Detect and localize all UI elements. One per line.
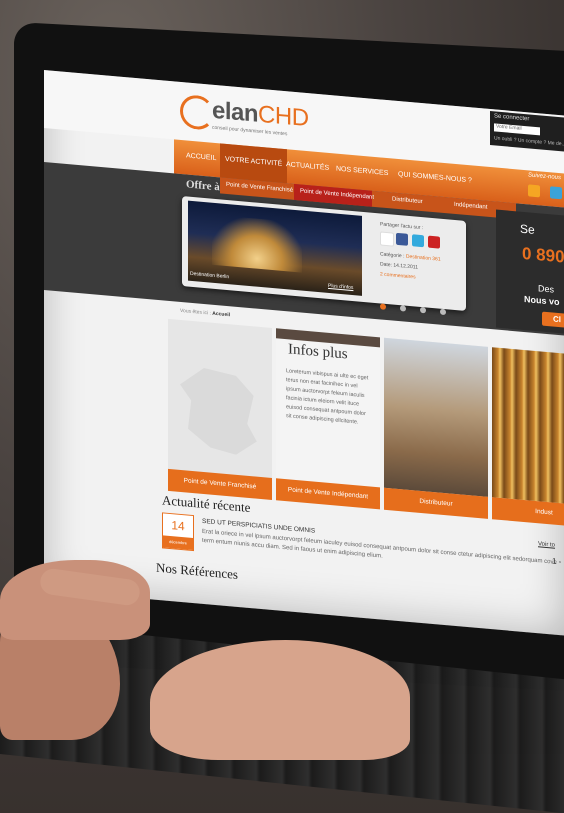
warehouse-image xyxy=(384,337,488,497)
subnav-item-distributeur[interactable]: Distributeur xyxy=(392,196,423,205)
france-map-image xyxy=(180,366,260,457)
subnav-item-independant-2[interactable]: Indépendant xyxy=(454,202,487,211)
slider-dot[interactable] xyxy=(420,306,426,314)
tile-franchise[interactable]: Point de Vente Franchisé xyxy=(168,318,272,500)
tile-independant[interactable]: Infos plus Loreterum vibispus ai ulte ec… xyxy=(276,328,380,510)
tile-title: Infos plus xyxy=(288,341,348,363)
twitter-icon[interactable] xyxy=(550,186,562,200)
facebook-icon[interactable] xyxy=(396,232,408,246)
pagination[interactable]: 1 - xyxy=(552,556,561,566)
promo-button[interactable]: Cl xyxy=(542,311,564,329)
phone-promo: Se 0 890 Des Nous vo Cl xyxy=(496,209,564,335)
promo-line-2: Nous vo xyxy=(524,293,560,308)
tile-industriel[interactable]: Indust xyxy=(492,347,564,529)
subnav-item-franchise[interactable]: Point de Vente Franchisé xyxy=(226,182,293,194)
promo-line-1: Des xyxy=(538,283,555,295)
laptop-screen: elanCHD conseil pour dynamiser les vente… xyxy=(44,70,564,636)
right-hand xyxy=(150,640,410,760)
login-box: Se connecter Votre Email Un oubli ? Un c… xyxy=(490,111,564,153)
rss-icon[interactable] xyxy=(528,184,540,198)
breadcrumb: Vous êtes ici : Accueil xyxy=(180,307,231,319)
slider-dot[interactable] xyxy=(440,308,446,316)
news-day: 14 xyxy=(171,518,185,534)
tile-distributeur[interactable]: Distributeur xyxy=(384,337,488,519)
news-body: Erat la oriece in vel ipsum auctorvorpt … xyxy=(202,528,557,566)
login-title: Se connecter xyxy=(494,113,530,123)
flickr-icon[interactable] xyxy=(380,231,394,247)
news-month: décembre xyxy=(163,535,193,551)
slider-dot[interactable] xyxy=(380,303,386,310)
tile-label[interactable]: Point de Vente Indépendant xyxy=(276,478,380,510)
login-links[interactable]: Un oubli ? Un compte ? Me de... xyxy=(494,135,564,147)
nav-item-accueil[interactable]: ACCUEIL xyxy=(186,152,216,162)
slider-dot[interactable] xyxy=(400,305,406,312)
bottles-image xyxy=(492,347,564,507)
cathedral-image xyxy=(212,214,302,273)
youtube-icon[interactable] xyxy=(428,235,440,249)
news-date-badge: 14 décembre xyxy=(162,512,194,552)
promo-number: 0 890 xyxy=(522,243,564,267)
nav-item-actualites[interactable]: ACTUALITÉS xyxy=(286,161,329,172)
promo-phone-label: Se xyxy=(520,221,535,237)
email-field[interactable]: Votre Email xyxy=(494,123,540,136)
nav-item-nos-services[interactable]: NOS SERVICES xyxy=(336,166,388,178)
nav-item-qui-sommes-nous[interactable]: QUI SOMMES-NOUS ? xyxy=(398,171,472,184)
twitter-share-icon[interactable] xyxy=(412,234,424,248)
all-news-link[interactable]: Voir to xyxy=(538,541,555,548)
tile-label[interactable]: Indust xyxy=(492,497,564,529)
tile-body: Loreterum vibispus ai ulte ec eget terus… xyxy=(286,368,369,426)
references-heading: Nos Références xyxy=(156,559,238,582)
